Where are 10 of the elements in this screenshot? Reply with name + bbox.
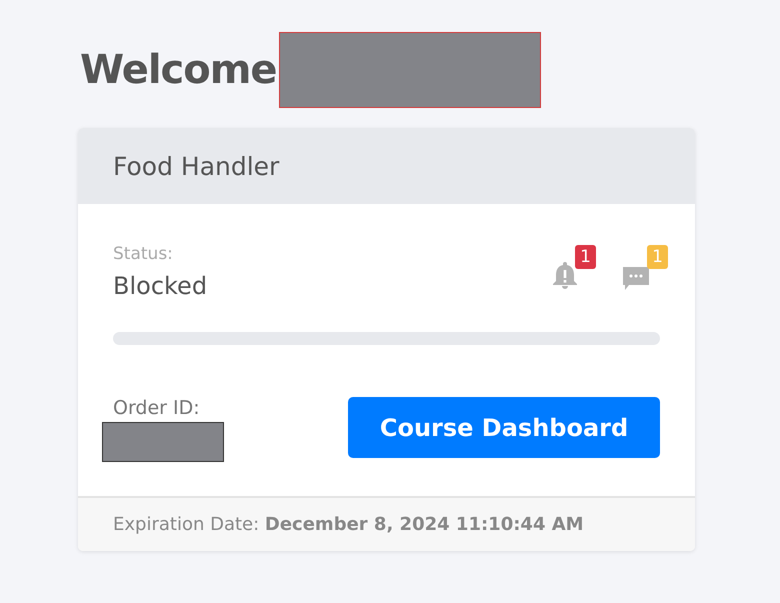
expiration-date-text: Expiration Date: December 8, 2024 11:10:44 AM: [113, 514, 584, 535]
status-value: Blocked: [113, 272, 208, 300]
course-title: Food Handler: [113, 152, 280, 180]
count-badge: 1: [647, 245, 668, 269]
course-dashboard-button[interactable]: Course Dashboard: [348, 397, 660, 458]
status-label: Status:: [113, 244, 174, 264]
bell-icon[interactable]: [550, 259, 580, 291]
welcome-heading: Welcome: [80, 47, 277, 93]
order-id-label: Order ID:: [113, 397, 201, 419]
count-badge: 1: [575, 245, 596, 269]
